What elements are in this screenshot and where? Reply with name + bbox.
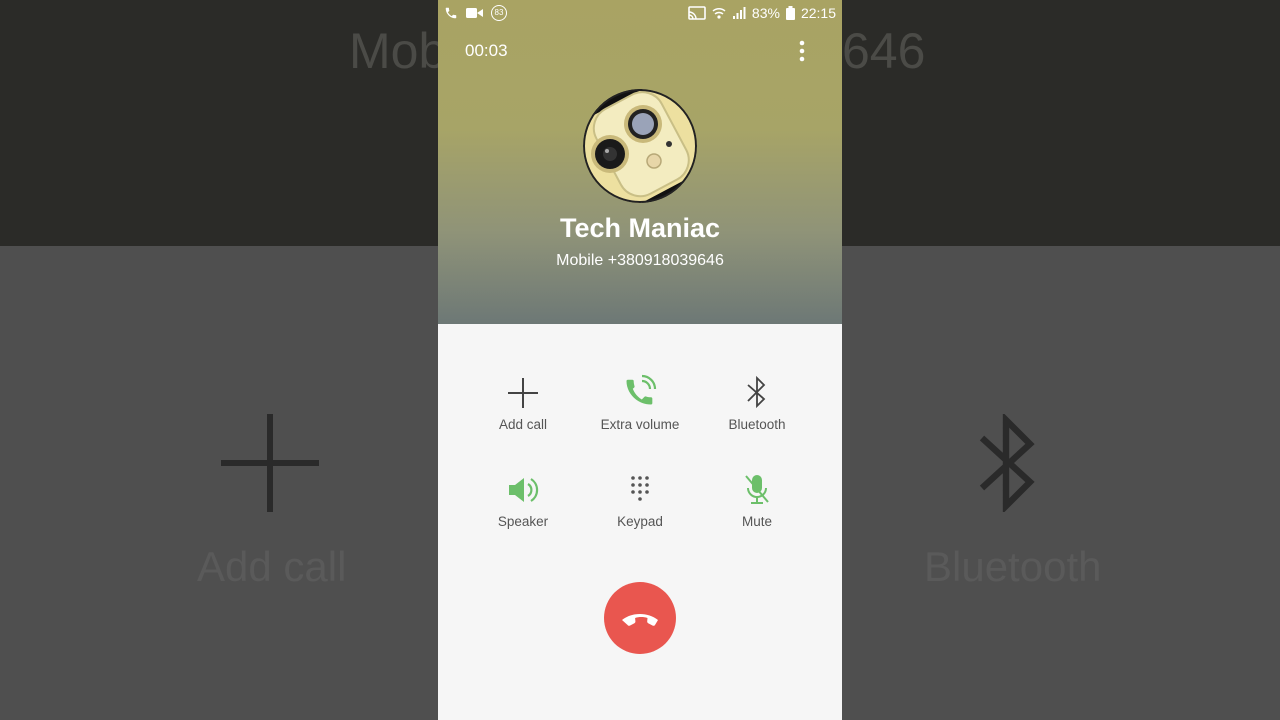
background-number-right: 646 (842, 23, 926, 79)
speaker-icon (509, 478, 539, 502)
bluetooth-icon (747, 375, 766, 409)
background-bluetooth-label: Bluetooth (924, 543, 1102, 590)
background-add-call-label: Add call (197, 543, 347, 590)
signal-icon (732, 7, 746, 19)
plus-icon (508, 378, 538, 408)
end-call-button[interactable] (604, 582, 676, 654)
background-number-left: Mob (349, 23, 447, 79)
contact-number: Mobile +380918039646 (556, 252, 724, 269)
contact-name: Tech Maniac (559, 213, 721, 243)
bluetooth-button[interactable]: Bluetooth (697, 373, 817, 432)
add-call-button[interactable]: Add call (463, 373, 583, 432)
add-call-label: Add call (498, 417, 548, 432)
battery-icon (785, 6, 795, 20)
notification-count-badge: 83 (491, 5, 507, 21)
extra-volume-button[interactable]: Extra volume (580, 373, 700, 432)
wifi-icon (712, 7, 726, 19)
speaker-label: Speaker (497, 514, 549, 529)
speaker-button[interactable]: Speaker (463, 470, 583, 529)
battery-percent: 83% (751, 5, 780, 21)
video-icon (466, 8, 483, 18)
bluetooth-label: Bluetooth (728, 417, 786, 432)
status-bar: 83 83% 22:15 (438, 0, 842, 28)
call-timer: 00:03 (465, 41, 508, 60)
keypad-icon (631, 476, 649, 501)
extra-volume-label: Extra volume (600, 417, 680, 432)
mute-button[interactable]: Mute (697, 470, 817, 529)
more-options-icon[interactable] (794, 38, 810, 64)
keypad-button[interactable]: Keypad (580, 470, 700, 529)
contact-avatar (583, 89, 697, 203)
call-status-icon (445, 7, 457, 19)
background-plus-icon (221, 414, 319, 512)
keypad-label: Keypad (617, 514, 663, 529)
end-call-icon (622, 614, 658, 626)
mute-label: Mute (741, 514, 772, 529)
clock: 22:15 (800, 5, 836, 21)
phone-screen: 83 83% 22:15 00:03 Tech Maniac Mobile +3… (438, 0, 842, 720)
phone-volume-icon (626, 374, 657, 405)
call-header: 83 83% 22:15 00:03 Tech Maniac Mobile +3… (438, 0, 842, 324)
cast-icon (688, 6, 706, 20)
background-bluetooth-icon (979, 414, 1035, 512)
microphone-mute-icon (745, 475, 769, 504)
